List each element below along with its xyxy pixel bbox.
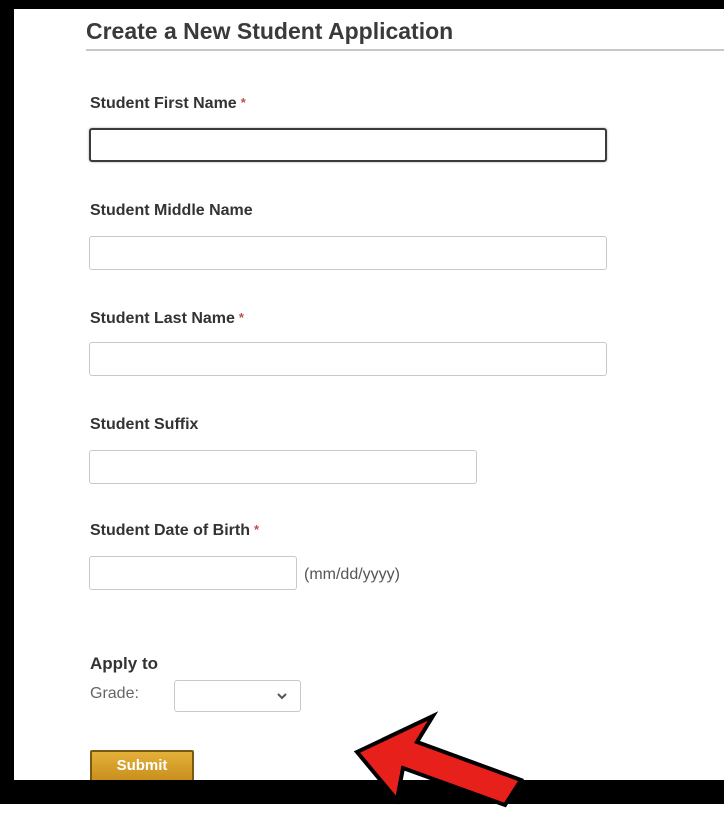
suffix-input[interactable] [89,450,477,484]
apply-to-heading: Apply to [90,654,158,673]
dob-format-hint: (mm/dd/yyyy) [304,566,400,583]
dob-input[interactable] [89,556,297,590]
middle-name-label: Student Middle Name [90,202,253,220]
arrow-pointer-icon [353,711,525,808]
last-name-label-text: Student Last Name [90,310,235,327]
suffix-label: Student Suffix [90,416,198,434]
form-title: Create a New Student Application [86,18,454,44]
required-marker: * [254,522,260,537]
application-form: Create a New Student Application Student… [14,9,724,780]
first-name-label-text: Student First Name [90,95,237,112]
first-name-label: Student First Name * [90,95,246,113]
title-divider [86,49,724,51]
submit-button[interactable]: Submit [90,750,194,780]
dob-label: Student Date of Birth * [90,522,259,540]
grade-label: Grade: [90,685,139,702]
required-marker: * [238,310,244,325]
required-marker: * [240,95,246,110]
last-name-label: Student Last Name * [90,310,244,328]
dob-label-text: Student Date of Birth [90,522,250,539]
suffix-label-text: Student Suffix [90,416,199,433]
middle-name-input[interactable] [89,236,607,270]
first-name-input[interactable] [89,128,607,162]
last-name-input[interactable] [89,342,607,376]
middle-name-label-text: Student Middle Name [90,202,253,219]
grade-select[interactable] [174,680,301,712]
chevron-down-icon [277,693,287,700]
